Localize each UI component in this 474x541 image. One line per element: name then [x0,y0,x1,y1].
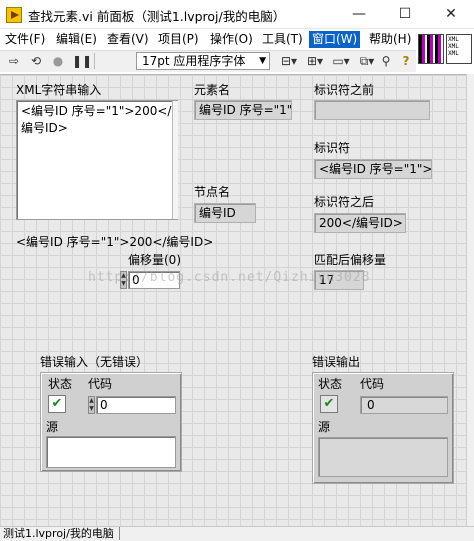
chevron-down-icon: ▼ [259,56,266,66]
connector-label: XML [448,43,459,50]
error-in-code-label: 代码 [88,377,113,391]
align-objects-icon[interactable]: ⊟▾ [278,53,300,69]
error-in-code-input[interactable]: 0 [96,396,176,414]
vi-icon-pane[interactable] [418,34,444,64]
search-icon[interactable]: ⚲ [378,53,394,69]
error-in-source-textbox[interactable] [46,436,176,468]
tag-label: 标识符 [314,141,351,155]
tag-after-label: 标识符之后 [314,195,375,209]
font-dropdown-value: 17pt 应用程序字体 [142,54,246,68]
error-out-label: 错误输出 [312,355,361,369]
status-separator [119,527,120,540]
error-in-status-label: 状态 [48,377,73,391]
element-name-label: 元素名 [194,83,231,97]
error-in-label: 错误输入（无错误） [40,355,149,369]
error-in-source-label: 源 [46,420,59,434]
xml-input-label: XML字符串输入 [16,83,102,97]
toolbar-separator [94,53,95,69]
connector-label: XML [448,50,459,57]
menu-project[interactable]: 项目(P) [155,31,202,48]
menu-window[interactable]: 窗口(W) [309,31,361,48]
font-dropdown[interactable]: 17pt 应用程序字体 ▼ [136,52,270,70]
error-out-code-label: 代码 [360,377,385,391]
run-continuously-icon[interactable]: ⟲ [28,53,44,69]
xml-input-scrollbar[interactable] [172,101,178,219]
tag-indicator: <编号ID 序号="1"> [314,159,432,179]
menu-operate[interactable]: 操作(O) [207,31,256,48]
menu-tools[interactable]: 工具(T) [259,31,306,48]
error-out-source-indicator [318,437,448,477]
distribute-objects-icon[interactable]: ⊞▾ [304,53,326,69]
status-context: 测试1.lvproj/我的电脑 [3,527,114,540]
xml-input-textbox[interactable]: <编号ID 序号="1">200</ 编号ID> [16,100,178,220]
pause-icon[interactable]: ❚❚ [72,53,92,69]
reorder-icon[interactable]: ⧉▾ [356,53,378,69]
resize-objects-icon[interactable]: ▭▾ [330,53,352,69]
offset-label: 偏移量(0) [128,253,181,267]
match-offset-label: 匹配后偏移量 [314,253,387,267]
menu-help[interactable]: 帮助(H) [366,31,414,48]
window-title: 查找元素.vi 前面板（测试1.lvproj/我的电脑） [28,9,286,24]
vertical-scrollbar[interactable] [466,74,474,526]
menu-file[interactable]: 文件(F) [2,31,48,48]
abort-icon[interactable]: ● [50,53,66,69]
minimize-button[interactable]: — [336,0,382,29]
labview-vi-icon [6,7,22,23]
tag-after-indicator: 200</编号ID> [314,213,406,233]
node-name-indicator: 编号ID [194,203,256,223]
run-arrow-icon[interactable]: ⇨ [6,53,22,69]
error-in-status-checkbox[interactable]: ✔ [48,395,66,413]
error-out-source-label: 源 [318,420,331,434]
close-button[interactable]: ✕ [428,0,474,29]
free-label-xml-example: <编号ID 序号="1">200</编号ID> [16,235,214,249]
element-name-indicator: 编号ID 序号="1" [194,100,292,120]
tag-before-indicator [314,100,430,120]
help-icon[interactable]: ? [398,53,414,69]
watermark-text: http://blog.csdn.net/Qizhiyu3028 [88,270,371,285]
connector-label: XML [448,36,459,43]
error-out-status-led: ✔ [320,395,338,413]
maximize-button[interactable]: ☐ [382,0,428,29]
menu-view[interactable]: 查看(V) [104,31,152,48]
error-out-status-label: 状态 [318,377,343,391]
error-in-code-stepper[interactable]: ▲ ▼ [88,396,95,414]
menu-edit[interactable]: 编辑(E) [53,31,100,48]
error-out-code-indicator: 0 [360,396,448,414]
connector-pane[interactable]: XML XML XML [446,34,472,64]
tag-before-label: 标识符之前 [314,83,375,97]
node-name-label: 节点名 [194,185,231,199]
